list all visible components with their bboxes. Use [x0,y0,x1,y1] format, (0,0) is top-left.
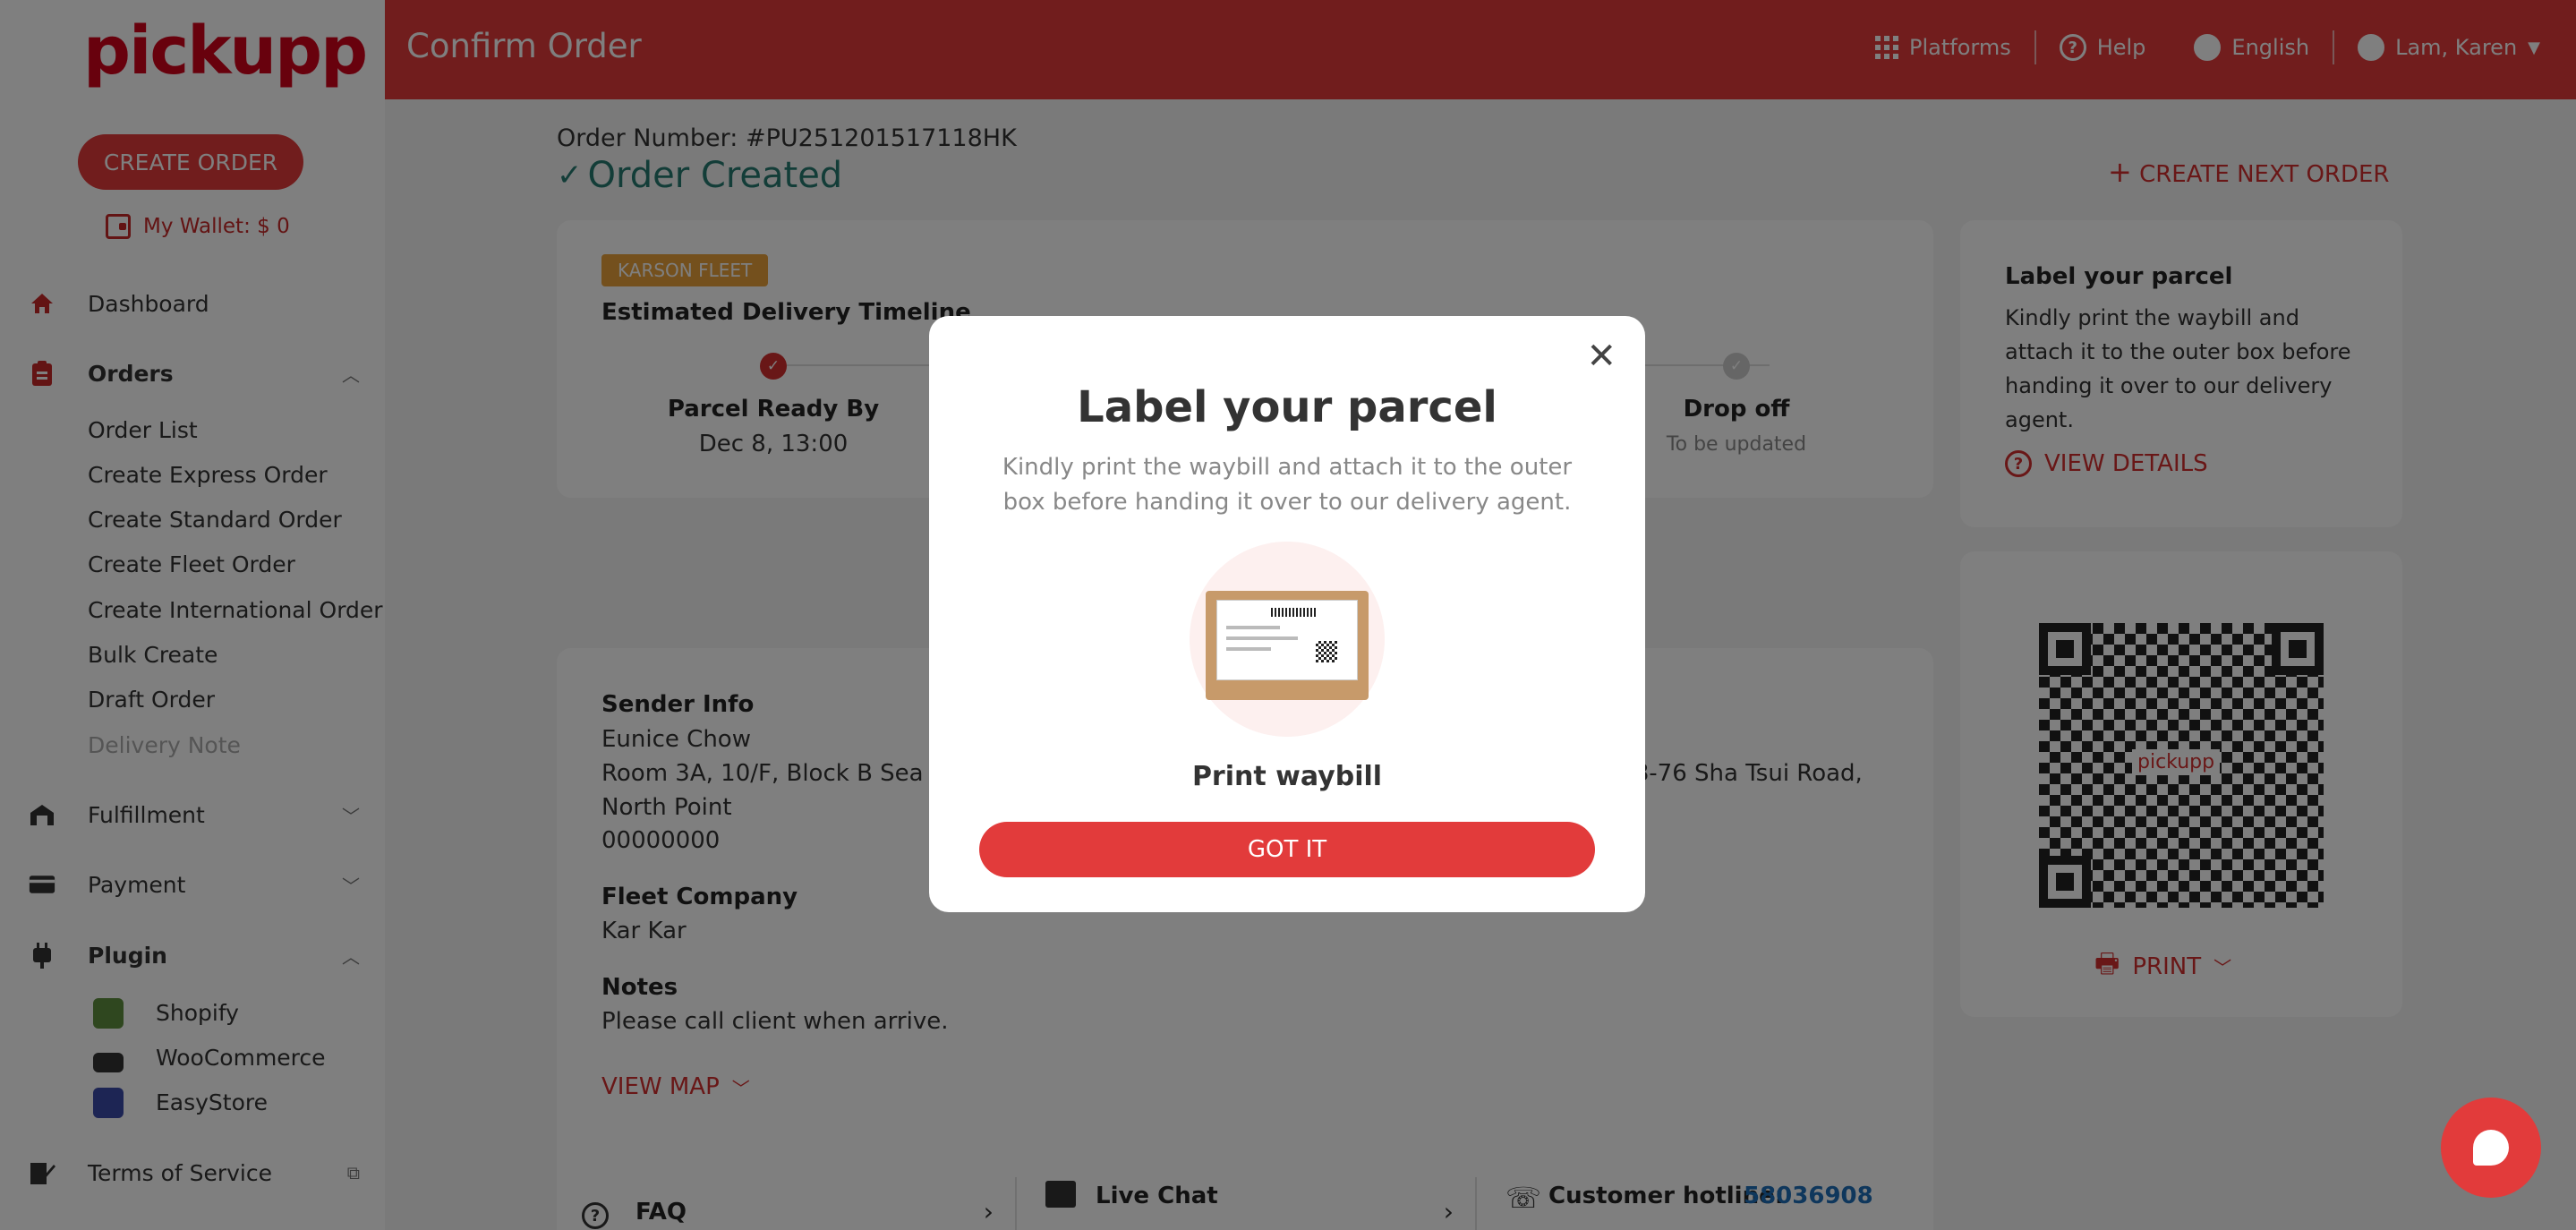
modal-title: Label your parcel [1077,382,1497,432]
waybill-illustration [1190,542,1385,737]
waybill-icon [1216,600,1358,680]
chat-widget-button[interactable] [2441,1098,2541,1198]
got-it-button[interactable]: GOT IT [979,822,1595,877]
print-waybill-title: Print waybill [1191,761,1383,792]
chat-bubble-icon [2473,1130,2509,1166]
modal-description: Kindly print the waybill and attach it t… [1002,454,1573,516]
close-icon[interactable]: ✕ [1586,336,1616,377]
label-parcel-modal: ✕ Label your parcel Kindly print the way… [929,316,1645,912]
parcel-box-icon [1206,591,1369,700]
